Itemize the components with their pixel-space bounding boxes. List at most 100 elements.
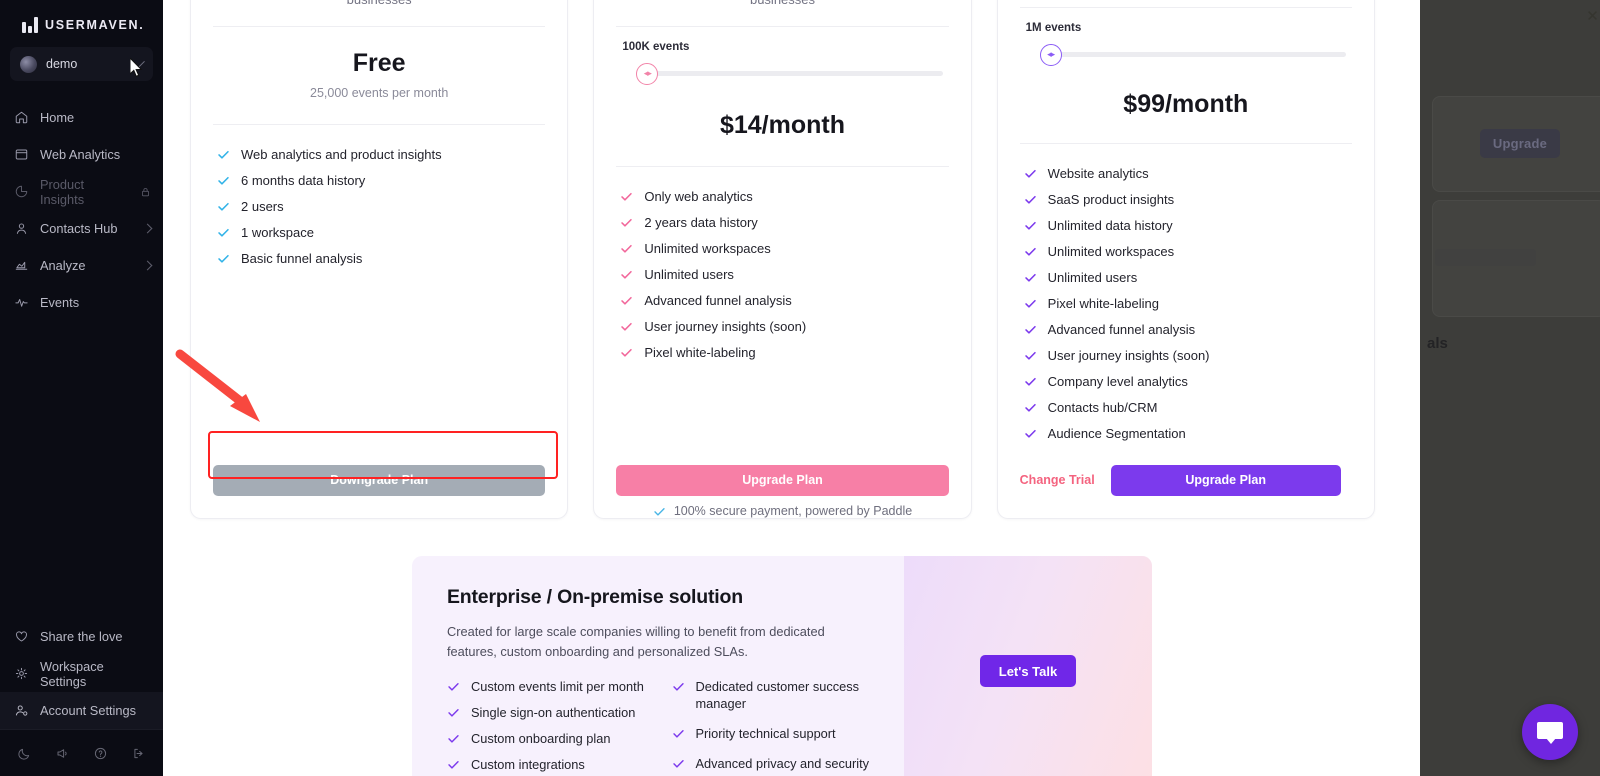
- downgrade-plan-button[interactable]: Downgrade Plan: [213, 464, 546, 496]
- plan-feature: 2 users: [217, 195, 541, 218]
- check-icon: [1024, 429, 1036, 438]
- plan-feature-label: Advanced funnel analysis: [644, 292, 792, 308]
- plan-feature-list: Web analytics and product insights 6 mon…: [213, 125, 545, 270]
- enterprise-content: Enterprise / On-premise solution Created…: [412, 556, 904, 776]
- sidebar-item-account-settings[interactable]: Account Settings: [0, 692, 163, 729]
- slider-arrows-icon: ◂▸: [643, 68, 652, 79]
- enterprise-description: Created for large scale companies willin…: [447, 624, 825, 659]
- slider-arrows-icon: ◂▸: [1047, 49, 1055, 60]
- sidebar-item-contacts-hub[interactable]: Contacts Hub: [0, 210, 163, 247]
- enterprise-panel: Enterprise / On-premise solution Created…: [412, 556, 1152, 776]
- plan-feature: Only web analytics: [620, 185, 944, 208]
- sidebar-item-label: Contacts Hub: [40, 221, 118, 236]
- check-icon: [448, 735, 459, 743]
- plan-feature-list: Website analytics SaaS product insights …: [1020, 144, 1352, 445]
- plan-feature-label: Unlimited users: [644, 266, 734, 282]
- plan-feature: Audience Segmentation: [1024, 422, 1348, 445]
- slider-handle[interactable]: ◂▸: [636, 62, 659, 85]
- plan-feature: Unlimited workspaces: [620, 237, 944, 260]
- check-icon: [448, 761, 459, 770]
- sidebar-item-share-the-love[interactable]: Share the love: [0, 618, 163, 655]
- enterprise-feature: Priority technical support: [672, 725, 879, 742]
- slider-track-row[interactable]: ◂▸: [622, 62, 943, 85]
- check-icon: [1024, 247, 1036, 256]
- enterprise-feature: Custom onboarding plan: [447, 730, 654, 747]
- upgrade-plan-button-pro[interactable]: Upgrade Plan: [616, 464, 949, 496]
- sidebar-item-label: Share the love: [40, 629, 123, 644]
- sidebar-footer: [0, 729, 163, 776]
- plan-price-block: Free 25,000 events per month: [213, 27, 545, 100]
- change-trial-button[interactable]: Change Trial: [1020, 473, 1095, 487]
- lets-talk-button[interactable]: Let's Talk: [979, 655, 1077, 687]
- close-icon[interactable]: ✕: [1584, 8, 1600, 25]
- slider-track[interactable]: [1039, 52, 1346, 58]
- plan-price-block: $99/month: [1020, 66, 1352, 119]
- enterprise-feature-label: Dedicated customer success manager: [695, 678, 860, 711]
- plan-description: Free analytics for getting started for i…: [213, 0, 545, 10]
- sidebar-item-web-analytics[interactable]: Web Analytics: [0, 136, 163, 173]
- plan-feature: 6 months data history: [217, 169, 541, 192]
- check-icon: [621, 244, 633, 253]
- plan-feature: User journey insights (soon): [620, 315, 944, 338]
- enterprise-feature-label: Single sign-on authentication: [471, 704, 636, 720]
- sidebar-bottom-nav: Share the love Workspace Settings Accoun…: [0, 618, 163, 729]
- sidebar-item-home[interactable]: Home: [0, 99, 163, 136]
- check-icon: [672, 682, 684, 691]
- slider-track-row[interactable]: ◂▸: [1026, 43, 1346, 66]
- chart-area-icon: [15, 261, 28, 270]
- plan-feature: Advanced funnel analysis: [620, 289, 944, 312]
- plan-feature: Web analytics and product insights: [217, 143, 541, 166]
- enterprise-feature-columns: Custom events limit per month Single sig…: [447, 678, 878, 776]
- sidebar-item-label: Workspace Settings: [40, 658, 104, 689]
- sidebar-nav: Home Web Analytics Product Insights Cont…: [0, 99, 163, 321]
- events-slider-premium[interactable]: 1M events ◂▸: [1020, 8, 1352, 66]
- plan-feature: 1 workspace: [217, 221, 541, 244]
- pie-chart-icon: [15, 185, 28, 198]
- sidebar-item-product-insights[interactable]: Product Insights: [0, 173, 163, 210]
- megaphone-icon[interactable]: [55, 746, 70, 761]
- chat-widget-button[interactable]: [1522, 704, 1578, 760]
- plan-feature: User journey insights (soon): [1024, 344, 1348, 367]
- plan-feature-label: Audience Segmentation: [1047, 425, 1186, 441]
- ghost-upgrade-button[interactable]: Upgrade: [1480, 129, 1560, 158]
- plan-feature-label: User journey insights (soon): [644, 318, 807, 334]
- help-circle-icon[interactable]: [93, 746, 108, 761]
- enterprise-feature-column-right: Dedicated customer success manager Prior…: [672, 678, 879, 776]
- check-icon: [621, 348, 633, 357]
- pricing-cards: Starter Free analytics for getting start…: [190, 0, 1375, 519]
- check-icon: [1024, 325, 1036, 334]
- ghost-input: [1435, 249, 1536, 266]
- check-icon: [218, 150, 229, 159]
- events-slider-pro[interactable]: 100K events ◂▸: [616, 27, 948, 85]
- check-icon: [448, 682, 459, 691]
- sidebar-item-workspace-settings[interactable]: Workspace Settings: [0, 655, 163, 692]
- sidebar-item-events[interactable]: Events: [0, 284, 163, 321]
- plan-feature: Website analytics: [1024, 162, 1348, 185]
- moon-icon[interactable]: [17, 746, 32, 761]
- secure-payment-label: 100% secure payment, powered by Paddle: [673, 504, 913, 518]
- slider-track[interactable]: [636, 71, 943, 77]
- slider-handle[interactable]: ◂▸: [1039, 43, 1062, 66]
- plan-feature: SaaS product insights: [1024, 188, 1348, 211]
- sidebar-item-label: Events: [40, 295, 80, 310]
- sidebar-item-label: Product Insights: [40, 176, 85, 207]
- enterprise-feature-label: Custom events limit per month: [471, 678, 644, 694]
- enterprise-feature-label: Priority technical support: [695, 726, 836, 742]
- plan-feature: Company level analytics: [1024, 370, 1348, 393]
- plan-feature: Unlimited users: [620, 263, 944, 286]
- enterprise-cta-area: Let's Talk: [904, 556, 1152, 776]
- enterprise-feature-label: Advanced privacy and security features: [695, 756, 870, 776]
- check-icon: [621, 322, 633, 331]
- plan-feature: Basic funnel analysis: [217, 247, 541, 270]
- check-icon: [621, 192, 633, 201]
- check-icon: [654, 507, 665, 516]
- plan-feature-label: 2 years data history: [644, 214, 758, 230]
- upgrade-plan-button-premium[interactable]: Upgrade Plan: [1110, 464, 1341, 496]
- check-icon: [218, 176, 229, 185]
- plan-price: Free: [352, 48, 406, 77]
- logout-icon[interactable]: [131, 746, 146, 761]
- heart-icon: [16, 631, 27, 642]
- enterprise-feature: Custom events limit per month: [447, 678, 654, 695]
- mouse-cursor: [130, 58, 143, 77]
- sidebar-item-analyze[interactable]: Analyze: [0, 247, 163, 284]
